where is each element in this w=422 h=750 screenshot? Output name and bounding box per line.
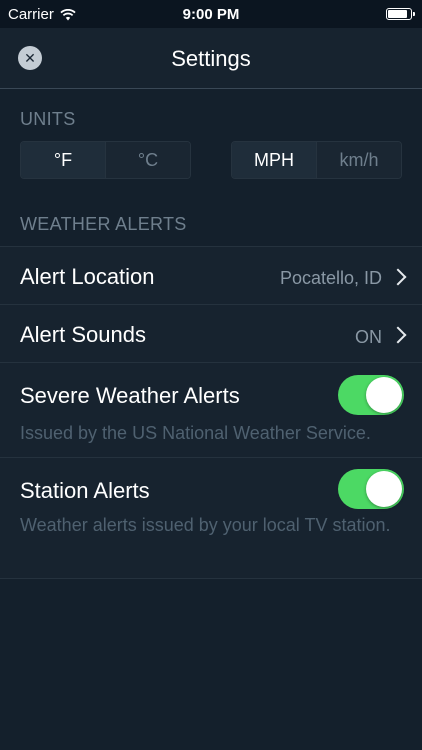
status-bar: Carrier 9:00 PM xyxy=(0,0,422,28)
page-title: Settings xyxy=(171,46,251,71)
battery-icon xyxy=(386,8,415,20)
alert-location-label: Alert Location xyxy=(20,264,155,289)
toggle-knob xyxy=(366,471,402,507)
units-section-header: UNITS xyxy=(20,109,76,129)
chevron-right-icon xyxy=(389,268,407,286)
nav-bar: ✕ Settings xyxy=(0,28,422,89)
station-alerts-label: Station Alerts xyxy=(20,478,150,503)
temperature-fahrenheit-option[interactable]: °F xyxy=(21,142,105,178)
severe-weather-alerts-toggle[interactable] xyxy=(338,375,404,415)
speed-segmented-control: MPH km/h xyxy=(231,141,402,179)
temperature-segmented-control: °F °C xyxy=(20,141,191,179)
alert-sounds-label: Alert Sounds xyxy=(20,322,146,347)
speed-kmh-option[interactable]: km/h xyxy=(316,142,401,178)
alert-location-value: Pocatello, ID xyxy=(279,268,382,288)
severe-weather-alerts-description: Issued by the US National Weather Servic… xyxy=(20,423,371,443)
toggle-knob xyxy=(366,377,402,413)
temperature-celsius-option[interactable]: °C xyxy=(105,142,190,178)
alert-location-row[interactable]: Alert Location Pocatello, ID xyxy=(0,247,422,305)
alert-sounds-value: ON xyxy=(355,327,382,347)
alert-sounds-row[interactable]: Alert Sounds ON xyxy=(0,305,422,363)
severe-weather-alerts-label: Severe Weather Alerts xyxy=(20,383,240,408)
chevron-right-icon xyxy=(389,326,407,344)
speed-mph-option[interactable]: MPH xyxy=(232,142,316,178)
weather-alerts-section-header: WEATHER ALERTS xyxy=(20,214,187,234)
status-time: 9:00 PM xyxy=(182,6,240,23)
station-alerts-description: Weather alerts issued by your local TV s… xyxy=(20,515,391,535)
weather-alerts-list: Alert Location Pocatello, ID Alert Sound… xyxy=(0,246,422,579)
station-alerts-toggle[interactable] xyxy=(338,469,404,509)
station-alerts-row: Station Alerts Weather alerts issued by … xyxy=(0,458,422,579)
severe-weather-alerts-row: Severe Weather Alerts Issued by the US N… xyxy=(0,363,422,458)
